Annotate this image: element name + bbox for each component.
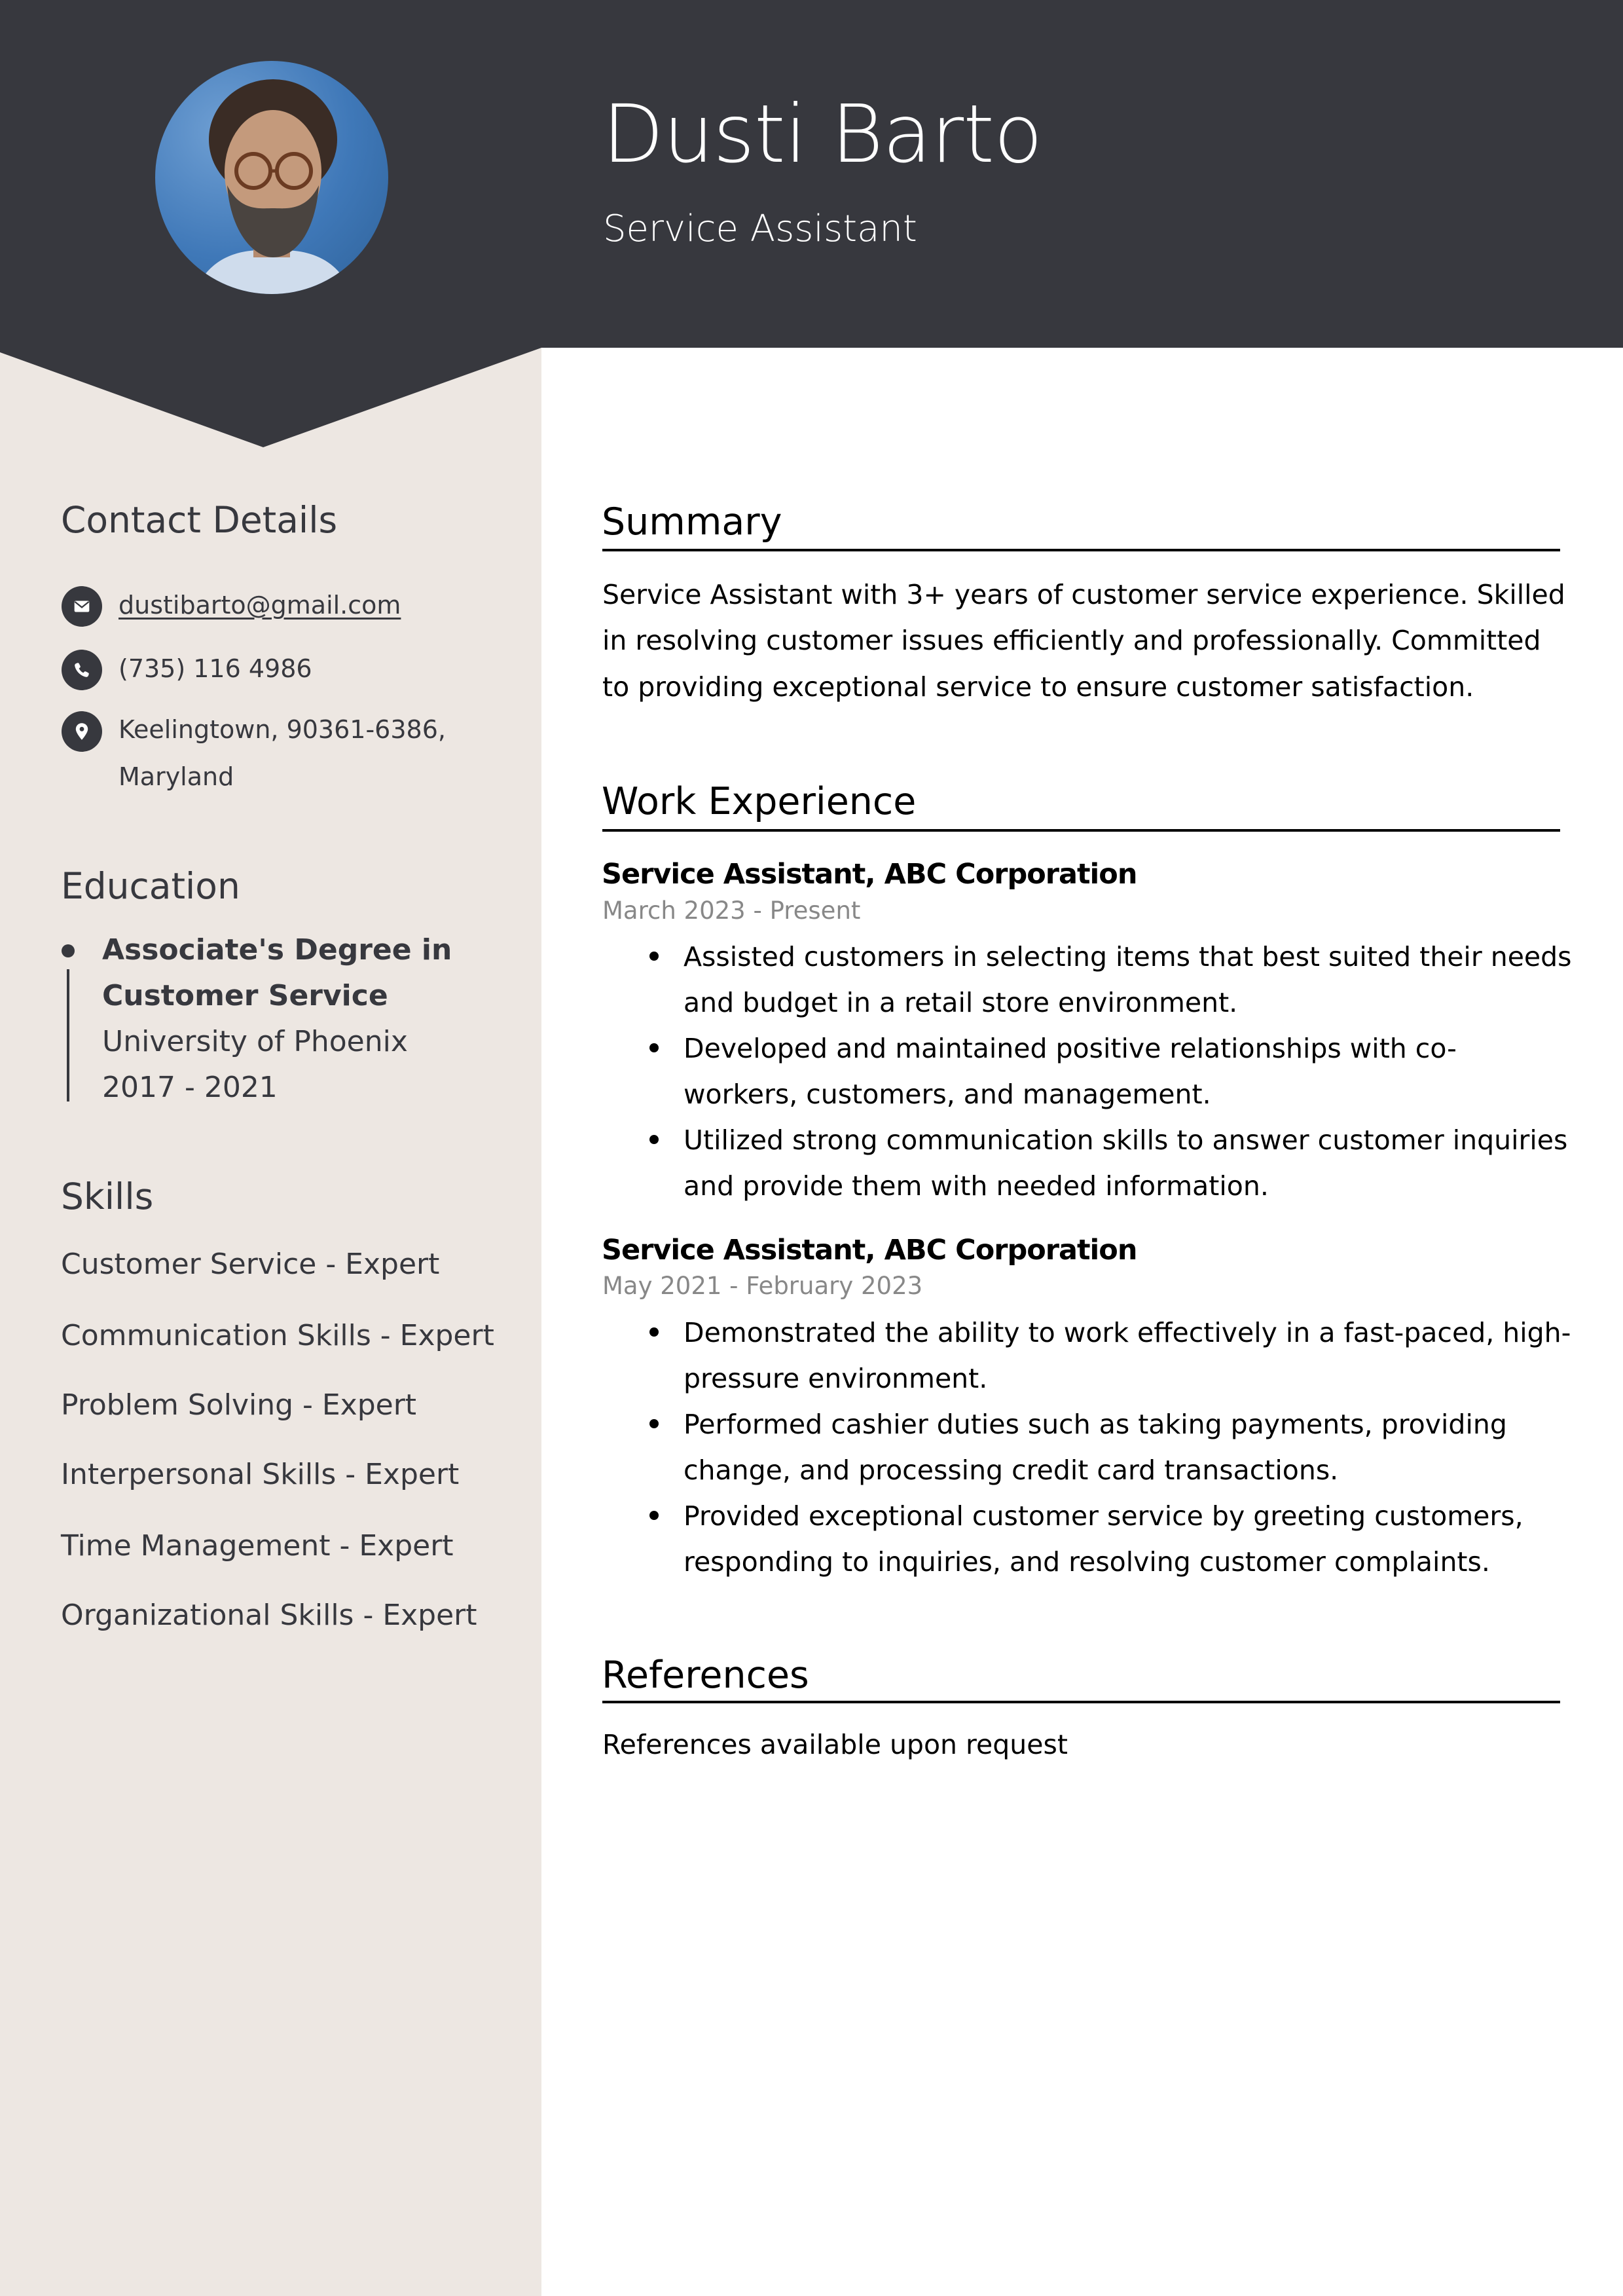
bullet-dot-icon (649, 1135, 659, 1144)
experience-divider (602, 829, 1560, 832)
job-bullet: Utilized strong communication skills to … (602, 1117, 1571, 1209)
skill-item: Time Management - Expert (61, 1529, 454, 1563)
envelope-icon (62, 586, 102, 627)
job-bullet: Performed cashier duties such as taking … (602, 1401, 1571, 1493)
header-chevron (0, 341, 541, 447)
skill-item: Communication Skills - Expert (61, 1319, 494, 1352)
education-degree-line2: Customer Service (102, 979, 388, 1012)
contact-email[interactable]: dustibarto@gmail.com (119, 582, 401, 629)
job-bullet: Developed and maintained positive relati… (602, 1026, 1571, 1117)
bullet-dot-icon (649, 1043, 659, 1052)
references-heading: References (602, 1654, 809, 1697)
timeline-dot (62, 944, 75, 957)
experience-heading: Work Experience (602, 780, 917, 823)
skill-item: Problem Solving - Expert (61, 1388, 417, 1422)
candidate-title: Service Assistant (603, 208, 917, 250)
education-school: University of Phoenix (102, 1025, 408, 1058)
map-pin-icon (62, 711, 102, 752)
job-bullet: Demonstrated the ability to work effecti… (602, 1310, 1571, 1401)
summary-heading: Summary (602, 500, 782, 544)
contact-address-line2: Maryland (119, 762, 234, 791)
bullet-dot-icon (649, 1327, 659, 1337)
references-text: References available upon request (602, 1729, 1068, 1760)
job-bullet: Provided exceptional customer service by… (602, 1493, 1571, 1585)
job-dates: May 2021 - February 2023 (602, 1272, 923, 1300)
skills-heading: Skills (61, 1176, 154, 1217)
bullet-dot-icon (649, 1419, 659, 1428)
job-dates: March 2023 - Present (602, 897, 861, 925)
summary-line: Service Assistant with 3+ years of custo… (602, 579, 1565, 610)
timeline-line (67, 969, 69, 1102)
education-degree-line1: Associate's Degree in (102, 933, 452, 967)
references-divider (602, 1701, 1560, 1703)
job-title: Service Assistant, ABC Corporation (602, 858, 1137, 891)
person-portrait-icon (194, 79, 352, 294)
candidate-name: Dusti Barto (602, 88, 1043, 181)
job-bullets: Assisted customers in selecting items th… (602, 934, 1572, 1209)
job-title: Service Assistant, ABC Corporation (602, 1234, 1137, 1267)
skill-item: Customer Service - Expert (61, 1248, 440, 1281)
contact-address-line1: Keelingtown, 90361-6386, (119, 715, 446, 744)
contact-heading: Contact Details (61, 499, 338, 541)
contact-phone: (735) 116 4986 (119, 654, 312, 683)
summary-line: in resolving customer issues efficiently… (602, 625, 1541, 656)
bullet-dot-icon (649, 1511, 659, 1520)
summary-divider (602, 549, 1560, 551)
phone-icon (62, 650, 102, 690)
email-link[interactable]: dustibarto@gmail.com (119, 591, 401, 620)
skill-item: Interpersonal Skills - Expert (61, 1458, 460, 1491)
education-years: 2017 - 2021 (102, 1071, 278, 1104)
skill-item: Organizational Skills - Expert (61, 1599, 477, 1632)
job-bullets: Demonstrated the ability to work effecti… (602, 1310, 1571, 1585)
bullet-dot-icon (649, 952, 659, 961)
summary-line: to providing exceptional service to ensu… (602, 671, 1474, 703)
education-heading: Education (61, 865, 240, 907)
profile-photo (155, 61, 388, 294)
job-bullet: Assisted customers in selecting items th… (602, 934, 1572, 1026)
